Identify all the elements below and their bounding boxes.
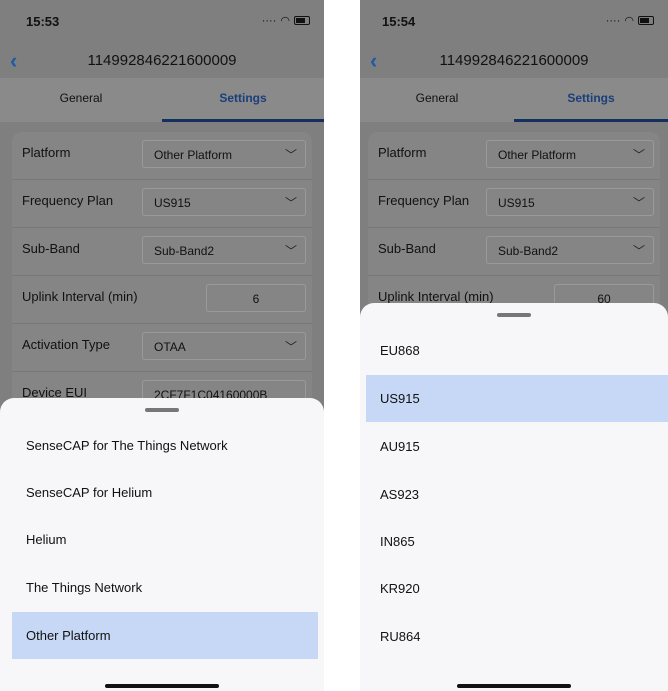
picker-option[interactable]: SenseCAP for Helium bbox=[12, 469, 318, 516]
battery-icon bbox=[294, 16, 310, 25]
right-phone-screen: 15:54 ···· ◠ ‹ 114992846221600009 Genera… bbox=[360, 0, 668, 691]
row-sub-band: Sub-Band Sub-Band2 ﹀ bbox=[368, 228, 660, 276]
platform-value: Other Platform bbox=[154, 148, 233, 162]
sub-band-select[interactable]: Sub-Band2 ﹀ bbox=[142, 236, 306, 264]
status-bar: 15:54 ···· ◠ bbox=[360, 0, 668, 44]
wifi-icon: ◠ bbox=[624, 15, 634, 27]
chevron-down-icon: ﹀ bbox=[632, 244, 645, 258]
row-sub-band: Sub-Band Sub-Band2 ﹀ bbox=[12, 228, 312, 276]
sub-band-select[interactable]: Sub-Band2 ﹀ bbox=[486, 236, 654, 264]
chevron-down-icon: ﹀ bbox=[632, 148, 645, 162]
page-title: 114992846221600009 bbox=[87, 52, 237, 69]
picker-option[interactable]: Helium bbox=[12, 516, 318, 563]
row-frequency-plan: Frequency Plan US915 ﹀ bbox=[12, 180, 312, 228]
page-title: 114992846221600009 bbox=[439, 52, 589, 69]
picker-option[interactable]: AS923 bbox=[366, 471, 668, 518]
row-frequency-plan: Frequency Plan US915 ﹀ bbox=[368, 180, 660, 228]
row-platform: Platform Other Platform ﹀ bbox=[368, 132, 660, 180]
chevron-down-icon: ﹀ bbox=[284, 340, 297, 354]
picker-option[interactable]: IN865 bbox=[366, 518, 668, 565]
status-time: 15:54 bbox=[382, 14, 416, 29]
home-indicator bbox=[457, 684, 571, 688]
uplink-interval-label: Uplink Interval (min) bbox=[22, 289, 138, 304]
battery-icon bbox=[638, 16, 654, 25]
frequency-plan-label: Frequency Plan bbox=[378, 193, 470, 208]
sub-band-label: Sub-Band bbox=[378, 241, 436, 256]
signal-icon: ···· bbox=[261, 14, 277, 27]
sub-band-value: Sub-Band2 bbox=[498, 244, 559, 258]
tab-general[interactable]: General bbox=[0, 78, 162, 122]
tab-bar: General Settings bbox=[0, 78, 324, 122]
status-time: 15:53 bbox=[26, 14, 60, 29]
uplink-interval-input[interactable]: 6 bbox=[206, 284, 306, 312]
picker-option[interactable]: SenseCAP for The Things Network bbox=[12, 422, 318, 469]
platform-label: Platform bbox=[22, 145, 71, 160]
frequency-plan-label: Frequency Plan bbox=[22, 193, 114, 208]
sheet-drag-handle[interactable] bbox=[145, 408, 179, 412]
status-bar: 15:53 ···· ◠ bbox=[0, 0, 324, 44]
tab-settings[interactable]: Settings bbox=[162, 78, 324, 122]
picker-option[interactable]: AU915 bbox=[366, 423, 668, 470]
picker-option-selected[interactable]: US915 bbox=[366, 375, 668, 422]
picker-option[interactable]: The Things Network bbox=[12, 564, 318, 611]
nav-bar: ‹ 114992846221600009 bbox=[0, 44, 324, 78]
platform-select[interactable]: Other Platform ﹀ bbox=[142, 140, 306, 168]
left-phone-screen: 15:53 ···· ◠ ‹ 114992846221600009 Genera… bbox=[0, 0, 324, 691]
status-icons: ···· ◠ bbox=[606, 14, 654, 27]
chevron-down-icon: ﹀ bbox=[284, 244, 297, 258]
platform-value: Other Platform bbox=[498, 148, 577, 162]
activation-type-select[interactable]: OTAA ﹀ bbox=[142, 332, 306, 360]
frequency-plan-picker-sheet: EU868 US915 AU915 AS923 IN865 KR920 RU86… bbox=[360, 303, 668, 691]
chevron-down-icon: ﹀ bbox=[284, 196, 297, 210]
picker-option[interactable]: KR920 bbox=[366, 565, 668, 612]
wifi-icon: ◠ bbox=[280, 15, 290, 27]
signal-icon: ···· bbox=[605, 14, 621, 27]
picker-option-selected[interactable]: Other Platform bbox=[12, 612, 318, 659]
tab-general[interactable]: General bbox=[360, 78, 514, 122]
chevron-down-icon: ﹀ bbox=[284, 148, 297, 162]
picker-option[interactable]: RU864 bbox=[366, 613, 668, 660]
uplink-interval-label: Uplink Interval (min) bbox=[378, 289, 494, 304]
frequency-plan-select[interactable]: US915 ﹀ bbox=[142, 188, 306, 216]
home-indicator bbox=[105, 684, 219, 688]
row-activation-type: Activation Type OTAA ﹀ bbox=[12, 324, 312, 372]
activation-type-label: Activation Type bbox=[22, 337, 110, 352]
platform-select[interactable]: Other Platform ﹀ bbox=[486, 140, 654, 168]
frequency-plan-value: US915 bbox=[498, 196, 535, 210]
frequency-plan-value: US915 bbox=[154, 196, 191, 210]
tab-settings[interactable]: Settings bbox=[514, 78, 668, 122]
platform-picker-sheet: SenseCAP for The Things Network SenseCAP… bbox=[0, 398, 324, 691]
picker-option[interactable]: EU868 bbox=[366, 327, 668, 374]
sheet-drag-handle[interactable] bbox=[497, 313, 531, 317]
row-uplink-interval: Uplink Interval (min) 6 bbox=[12, 276, 312, 324]
status-icons: ···· ◠ bbox=[262, 14, 310, 27]
row-platform: Platform Other Platform ﹀ bbox=[12, 132, 312, 180]
sub-band-label: Sub-Band bbox=[22, 241, 80, 256]
platform-label: Platform bbox=[378, 145, 427, 160]
sub-band-value: Sub-Band2 bbox=[154, 244, 215, 258]
nav-bar: ‹ 114992846221600009 bbox=[360, 44, 668, 78]
tab-bar: General Settings bbox=[360, 78, 668, 122]
frequency-plan-select[interactable]: US915 ﹀ bbox=[486, 188, 654, 216]
chevron-down-icon: ﹀ bbox=[632, 196, 645, 210]
activation-type-value: OTAA bbox=[154, 340, 186, 354]
